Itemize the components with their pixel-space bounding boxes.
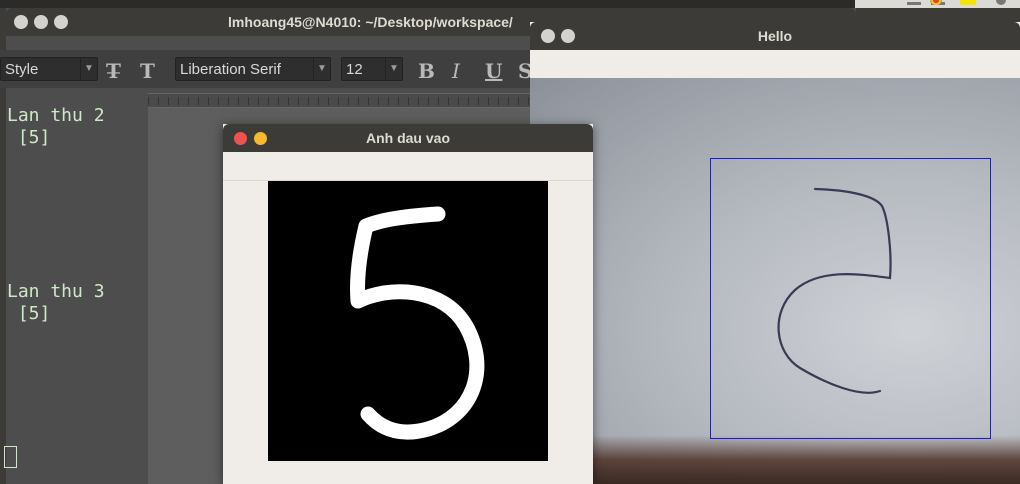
terminal-cursor: [4, 446, 17, 468]
binary-digit-image: [268, 181, 548, 461]
writer-toolbar: Style ▼ T̶ T Liberation Serif ▼ 12 ▼ B I…: [0, 50, 532, 88]
terminal-title: lmhoang45@N4010: ~/Desktop/workspace/: [228, 14, 513, 30]
underline-icon[interactable]: U: [485, 59, 502, 83]
italic-icon[interactable]: I: [452, 59, 460, 83]
maximize-button[interactable]: [54, 15, 68, 29]
font-size-value: 12: [346, 61, 363, 78]
window-toolbar: [223, 152, 593, 181]
window-toolbar: [530, 50, 1020, 78]
hello-titlebar[interactable]: Hello: [530, 22, 1020, 50]
digit-five-glyph: [350, 206, 485, 440]
terminal-line: [5]: [7, 127, 51, 148]
clear-formatting-icon[interactable]: T̶: [106, 59, 121, 83]
chevron-down-icon: ▼: [80, 58, 97, 80]
font-name-dropdown[interactable]: Liberation Serif ▼: [175, 57, 331, 81]
terminal-line: [5]: [7, 303, 51, 324]
close-button[interactable]: [14, 15, 28, 29]
style-dropdown[interactable]: Style ▼: [0, 57, 98, 81]
camera-feed: [530, 78, 1020, 484]
minimize-button[interactable]: [34, 15, 48, 29]
style-value: Style: [5, 61, 39, 78]
ruler-ticks: [148, 97, 530, 105]
window-title: Hello: [757, 28, 793, 44]
input-image-window: Anh dau vao: [223, 124, 593, 484]
chevron-down-icon: ▼: [313, 58, 330, 80]
sticky-note-icon[interactable]: [960, 0, 976, 5]
font-size-dropdown[interactable]: 12 ▼: [341, 57, 403, 81]
detection-box: [710, 158, 991, 439]
terminal-line: Lan thu 2: [7, 105, 105, 126]
tray-indicator-icon[interactable]: [907, 2, 921, 5]
bold-icon[interactable]: B: [418, 59, 435, 83]
font-name-value: Liberation Serif: [180, 61, 281, 78]
terminal-output[interactable]: Lan thu 2 [5] Lan thu 3 [5]: [6, 36, 148, 484]
chevron-down-icon: ▼: [385, 58, 402, 80]
char-style-icon[interactable]: T: [140, 59, 155, 83]
ruler[interactable]: [148, 93, 530, 108]
input-image-titlebar[interactable]: Anh dau vao: [223, 124, 593, 152]
terminal-line: Lan thu 3: [7, 281, 105, 302]
hello-window: Hello: [530, 22, 1020, 484]
window-title: Anh dau vao: [365, 130, 450, 146]
